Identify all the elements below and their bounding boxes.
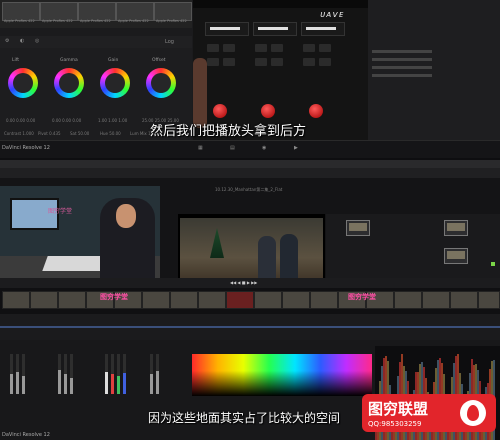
keyboard <box>42 256 108 271</box>
pivot-value[interactable]: Pivot 0.435 <box>38 131 61 136</box>
color-node[interactable] <box>444 248 468 264</box>
red-knob <box>309 104 323 118</box>
presenter-camera-overlay <box>0 186 160 281</box>
red-knob <box>261 104 275 118</box>
presenter-head <box>116 204 136 228</box>
timeline-track[interactable] <box>0 326 500 328</box>
controller-brand-logo: ᴜᴀᴠᴇ <box>320 10 345 20</box>
app-title-top: DaVinci Resolve 12 <box>2 145 50 151</box>
edit-page-icon[interactable]: ▤ <box>230 145 235 151</box>
wheel-label-offset: Offset <box>152 58 166 63</box>
christmas-tree <box>210 228 224 258</box>
clip-thumbnail[interactable] <box>310 291 338 309</box>
level-meter[interactable] <box>58 354 61 394</box>
clip-thumbnail[interactable] <box>226 291 254 309</box>
offset-color-wheel[interactable] <box>146 68 176 98</box>
red-knob <box>213 104 227 118</box>
rgb-meter-red[interactable] <box>111 354 114 394</box>
clip-thumbnail[interactable] <box>394 291 422 309</box>
color-node[interactable] <box>444 220 468 236</box>
deliver-page-icon[interactable]: ▶ <box>294 145 298 151</box>
settings-icon[interactable]: ⚙ <box>5 38 9 44</box>
gain-color-wheel[interactable] <box>100 68 130 98</box>
clip-thumbnail[interactable] <box>478 291 500 309</box>
lift-values[interactable]: 0.00 0.00 0.00 <box>6 118 35 123</box>
actor-figure <box>280 234 298 284</box>
media-thumbnails-strip: Apple ProRes 422 Apple ProRes 422 Apple … <box>0 0 192 28</box>
thumbnail-caption: Apple ProRes 422 <box>42 19 73 23</box>
level-meter[interactable] <box>22 354 25 394</box>
gain-values[interactable]: 1.00 1.00 1.00 <box>98 118 127 123</box>
level-meter[interactable] <box>64 354 67 394</box>
saturation-value[interactable]: Sat 50.00 <box>70 131 89 136</box>
subtitle-top: 然后我们把播放头拿到后方 <box>150 124 307 139</box>
presenter-hand <box>193 58 207 128</box>
level-meter[interactable] <box>16 354 19 394</box>
stop-icon[interactable]: ◀◀ ◀ ■ ▶ ▶▶ <box>230 280 257 285</box>
movie-frame <box>180 218 323 284</box>
controller-display <box>301 22 345 36</box>
gamma-color-wheel[interactable] <box>54 68 84 98</box>
clip-thumbnail[interactable] <box>282 291 310 309</box>
clip-thumbnail[interactable] <box>58 291 86 309</box>
thumbnail-caption: Apple ProRes 422 <box>4 19 35 23</box>
zoom-mode-label[interactable]: Log <box>165 39 174 45</box>
color-page-icon[interactable]: ◉ <box>262 145 266 151</box>
rgb-meter-blue[interactable] <box>123 354 126 394</box>
wheel-label-lift: Lift <box>12 58 20 63</box>
color-panel-toolbar: ⚙ ◐ ◎ Log <box>0 36 192 48</box>
media-page-icon[interactable]: ▦ <box>198 145 203 151</box>
rgb-meter-green[interactable] <box>117 354 120 394</box>
wheel-label-gamma: Gamma <box>60 58 78 63</box>
clip-thumbnail-track <box>0 288 500 314</box>
mini-timeline[interactable] <box>0 314 500 340</box>
control-surface-video <box>193 0 368 140</box>
node-output-icon[interactable] <box>491 262 495 266</box>
actor-figure <box>258 236 276 284</box>
clip-thumbnail[interactable] <box>2 291 30 309</box>
thumbnail-caption: Apple ProRes 422 <box>156 19 187 23</box>
clip-thumbnail[interactable] <box>450 291 478 309</box>
controller-display <box>253 22 297 36</box>
clip-thumbnail[interactable] <box>198 291 226 309</box>
level-meter[interactable] <box>10 354 13 394</box>
window-icon[interactable]: ◎ <box>35 38 39 44</box>
viewer-title: 10.12.30_Manhattan第二集_2_Flat <box>215 187 283 192</box>
window-titlebar <box>0 160 500 168</box>
thumbnail-caption: Apple ProRes 422 <box>80 19 111 23</box>
color-node[interactable] <box>346 220 370 236</box>
controller-display <box>205 22 249 36</box>
node-list-panel <box>368 0 500 140</box>
wheel-label-gain: Gain <box>108 58 119 63</box>
watermark-mid: 图穷学堂 <box>100 293 128 301</box>
level-meter[interactable] <box>156 354 159 394</box>
transport-bar: ◀◀ ◀ ■ ▶ ▶▶ <box>0 278 500 288</box>
contrast-value[interactable]: Contrast 1.000 <box>4 131 34 136</box>
level-meter[interactable] <box>150 354 153 394</box>
gamma-values[interactable]: 0.00 0.00 0.00 <box>52 118 81 123</box>
top-tutorial-frame: Apple ProRes 422 Apple ProRes 422 Apple … <box>0 0 500 158</box>
curves-icon[interactable]: ◐ <box>20 38 24 44</box>
clip-thumbnail[interactable] <box>142 291 170 309</box>
flame-icon <box>460 400 486 426</box>
rgb-meter-luma[interactable] <box>105 354 108 394</box>
brand-name: 图穷联盟 <box>368 400 429 418</box>
level-meter[interactable] <box>70 354 73 394</box>
lift-color-wheel[interactable] <box>8 68 38 98</box>
brand-qq: QQ:985303259 <box>368 420 422 428</box>
subtitle-bottom: 因为这些地面其实占了比较大的空间 <box>148 411 341 425</box>
page-switch-bar: ▦ ▤ ◉ ▶ <box>0 140 500 158</box>
clip-thumbnail[interactable] <box>254 291 282 309</box>
hue-value[interactable]: Hue 50.00 <box>100 131 121 136</box>
viewer-row: 图穷学堂 10.12.30_Manhattan第二集_2_Flat ◀ ■ ▶ … <box>0 178 500 298</box>
watermark-mid: 图穷学堂 <box>348 293 376 301</box>
hue-spectrum[interactable] <box>192 354 372 396</box>
clip-thumbnail[interactable] <box>170 291 198 309</box>
brand-badge: 图穷联盟 QQ:985303259 <box>362 394 496 432</box>
app-title-bottom: DaVinci Resolve 12 <box>2 432 50 438</box>
clip-thumbnail[interactable] <box>30 291 58 309</box>
clip-thumbnail[interactable] <box>422 291 450 309</box>
thumbnail-caption: Apple ProRes 422 <box>118 19 149 23</box>
watermark-top: 图穷学堂 <box>48 208 73 215</box>
